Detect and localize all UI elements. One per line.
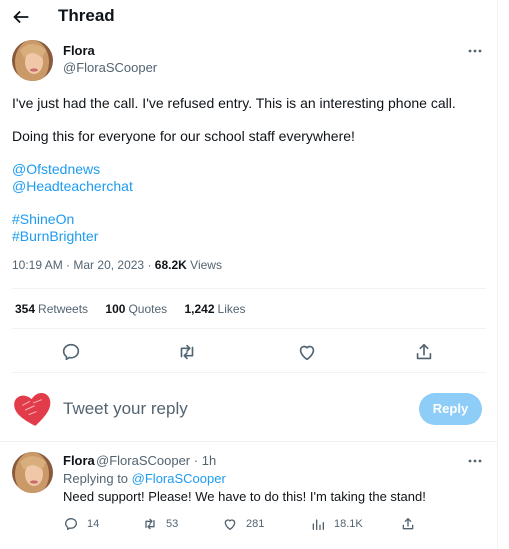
divider	[0, 441, 498, 442]
author-name[interactable]: Flora	[63, 43, 95, 58]
thread-header: Thread	[0, 0, 498, 34]
divider	[12, 328, 486, 329]
replying-to-handle[interactable]: @FloraSCooper	[132, 471, 226, 486]
avatar[interactable]	[12, 452, 53, 493]
separator: ·	[66, 258, 71, 272]
heart-icon	[14, 393, 51, 426]
more-options-icon[interactable]	[467, 48, 483, 54]
views-label: Views	[190, 258, 222, 272]
like-heart-icon	[224, 519, 236, 530]
tweet-time[interactable]: 10:19 AM	[12, 258, 63, 272]
views-bar-chart-icon	[312, 519, 324, 530]
arrow-left-icon[interactable]	[10, 6, 32, 28]
mention-link[interactable]: @Headteacherchat	[12, 178, 133, 194]
more-options-icon[interactable]	[467, 458, 483, 464]
retweet-icon	[145, 518, 155, 530]
reply-input[interactable]: Tweet your reply	[63, 399, 188, 419]
separator: ·	[147, 258, 152, 272]
reply-retweets-action[interactable]: 53	[142, 515, 178, 533]
tweet-text-line: Doing this for everyone for our school s…	[12, 128, 355, 144]
tweet-date[interactable]: Mar 20, 2023	[73, 258, 144, 272]
retweets-stat[interactable]: 354 Retweets	[15, 302, 88, 316]
reply-author-name[interactable]: Flora	[63, 453, 95, 468]
tweet-stats: 354 Retweets 100 Quotes 1,242 Likes	[15, 302, 260, 316]
mention-link[interactable]: @Ofstednews	[12, 161, 100, 177]
reply-icon[interactable]	[60, 341, 82, 363]
reply-icon	[65, 518, 77, 530]
reply-replies-action[interactable]: 14	[63, 515, 99, 533]
divider	[12, 372, 486, 373]
likes-stat[interactable]: 1,242 Likes	[184, 302, 245, 316]
reply-share-action[interactable]	[400, 515, 424, 533]
author-handle[interactable]: @FloraSCooper	[63, 60, 157, 75]
tweet-timestamp: 10:19 AM · Mar 20, 2023 · 68.2K Views	[12, 258, 222, 272]
share-icon[interactable]	[413, 341, 435, 363]
reply-views-action[interactable]: 18.1K	[310, 515, 363, 533]
reply-button[interactable]: Reply	[419, 393, 482, 425]
page-title: Thread	[58, 6, 115, 25]
hashtag-link[interactable]: #BurnBrighter	[12, 228, 98, 244]
avatar[interactable]	[12, 40, 53, 81]
retweet-icon[interactable]	[176, 341, 198, 363]
thread-panel: Thread Flora @FloraSCooper I've just had…	[0, 0, 498, 549]
tweet-text-line: I've just had the call. I've refused ent…	[12, 95, 456, 111]
hashtag-link[interactable]: #ShineOn	[12, 211, 74, 227]
heart-avatar	[12, 388, 54, 430]
reply-text: Need support! Please! We have to do this…	[63, 489, 426, 504]
reply-likes-action[interactable]: 281	[222, 515, 264, 533]
reply-author-handle: @FloraSCooper · 1h	[96, 453, 217, 468]
like-heart-icon[interactable]	[296, 341, 318, 363]
quotes-stat[interactable]: 100 Quotes	[105, 302, 167, 316]
share-icon	[402, 518, 414, 530]
views-count: 68.2K	[154, 258, 187, 272]
divider	[12, 288, 486, 289]
replying-to: Replying to @FloraSCooper	[63, 471, 226, 486]
